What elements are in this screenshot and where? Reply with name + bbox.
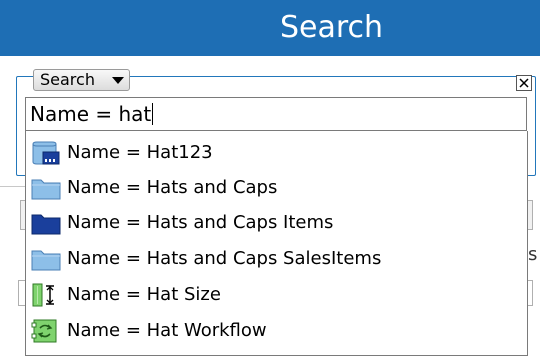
background-divider — [0, 186, 26, 187]
list-item[interactable]: Name = Hats and Caps Items — [30, 207, 520, 239]
list-item[interactable]: Name = Hats and Caps — [30, 172, 520, 204]
search-query-text: Name = hat — [30, 102, 152, 126]
list-item[interactable]: Name = Hats and Caps SalesItems — [30, 243, 520, 275]
result-label: Name = Hats and Caps SalesItems — [67, 248, 382, 269]
header-bar: Search — [0, 0, 540, 56]
search-mode-dropdown[interactable]: Search — [33, 69, 130, 91]
text-caret — [152, 103, 154, 125]
folder-dark-icon — [30, 210, 62, 236]
close-icon — [519, 78, 529, 88]
background-text-fragment: s — [528, 244, 538, 265]
folder-light-icon — [30, 246, 62, 272]
result-label: Name = Hat123 — [67, 142, 213, 163]
folder-light-icon — [30, 175, 62, 201]
result-label: Name = Hat Workflow — [67, 320, 267, 341]
chevron-down-icon — [112, 77, 124, 84]
list-item[interactable]: Name = Hat123 — [30, 137, 520, 169]
list-table-icon — [30, 140, 62, 166]
workflow-icon — [30, 318, 62, 344]
result-label: Name = Hats and Caps — [67, 177, 278, 198]
result-label: Name = Hat Size — [67, 284, 221, 305]
close-button[interactable] — [516, 75, 532, 91]
search-mode-label: Search — [40, 70, 95, 89]
list-item[interactable]: Name = Hat Size — [30, 279, 520, 311]
list-item[interactable]: Name = Hat Workflow — [30, 315, 520, 347]
field-size-icon — [30, 282, 62, 308]
search-results-popup: Name = Hat123 Name = Hats and Caps Name … — [25, 131, 528, 356]
page-title: Search — [280, 10, 384, 45]
search-input[interactable]: Name = hat — [25, 97, 527, 131]
result-label: Name = Hats and Caps Items — [67, 212, 334, 233]
